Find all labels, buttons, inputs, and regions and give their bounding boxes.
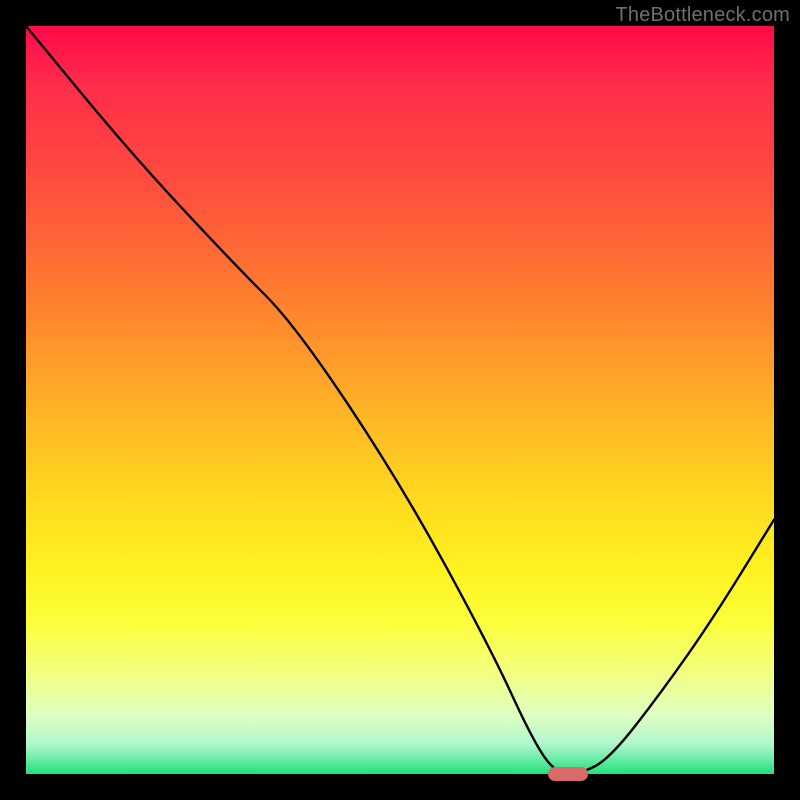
bottleneck-curve [26,26,774,774]
plot-area [26,26,774,774]
chart-frame: TheBottleneck.com [0,0,800,800]
optimal-marker [548,767,588,781]
watermark-label: TheBottleneck.com [615,4,790,27]
